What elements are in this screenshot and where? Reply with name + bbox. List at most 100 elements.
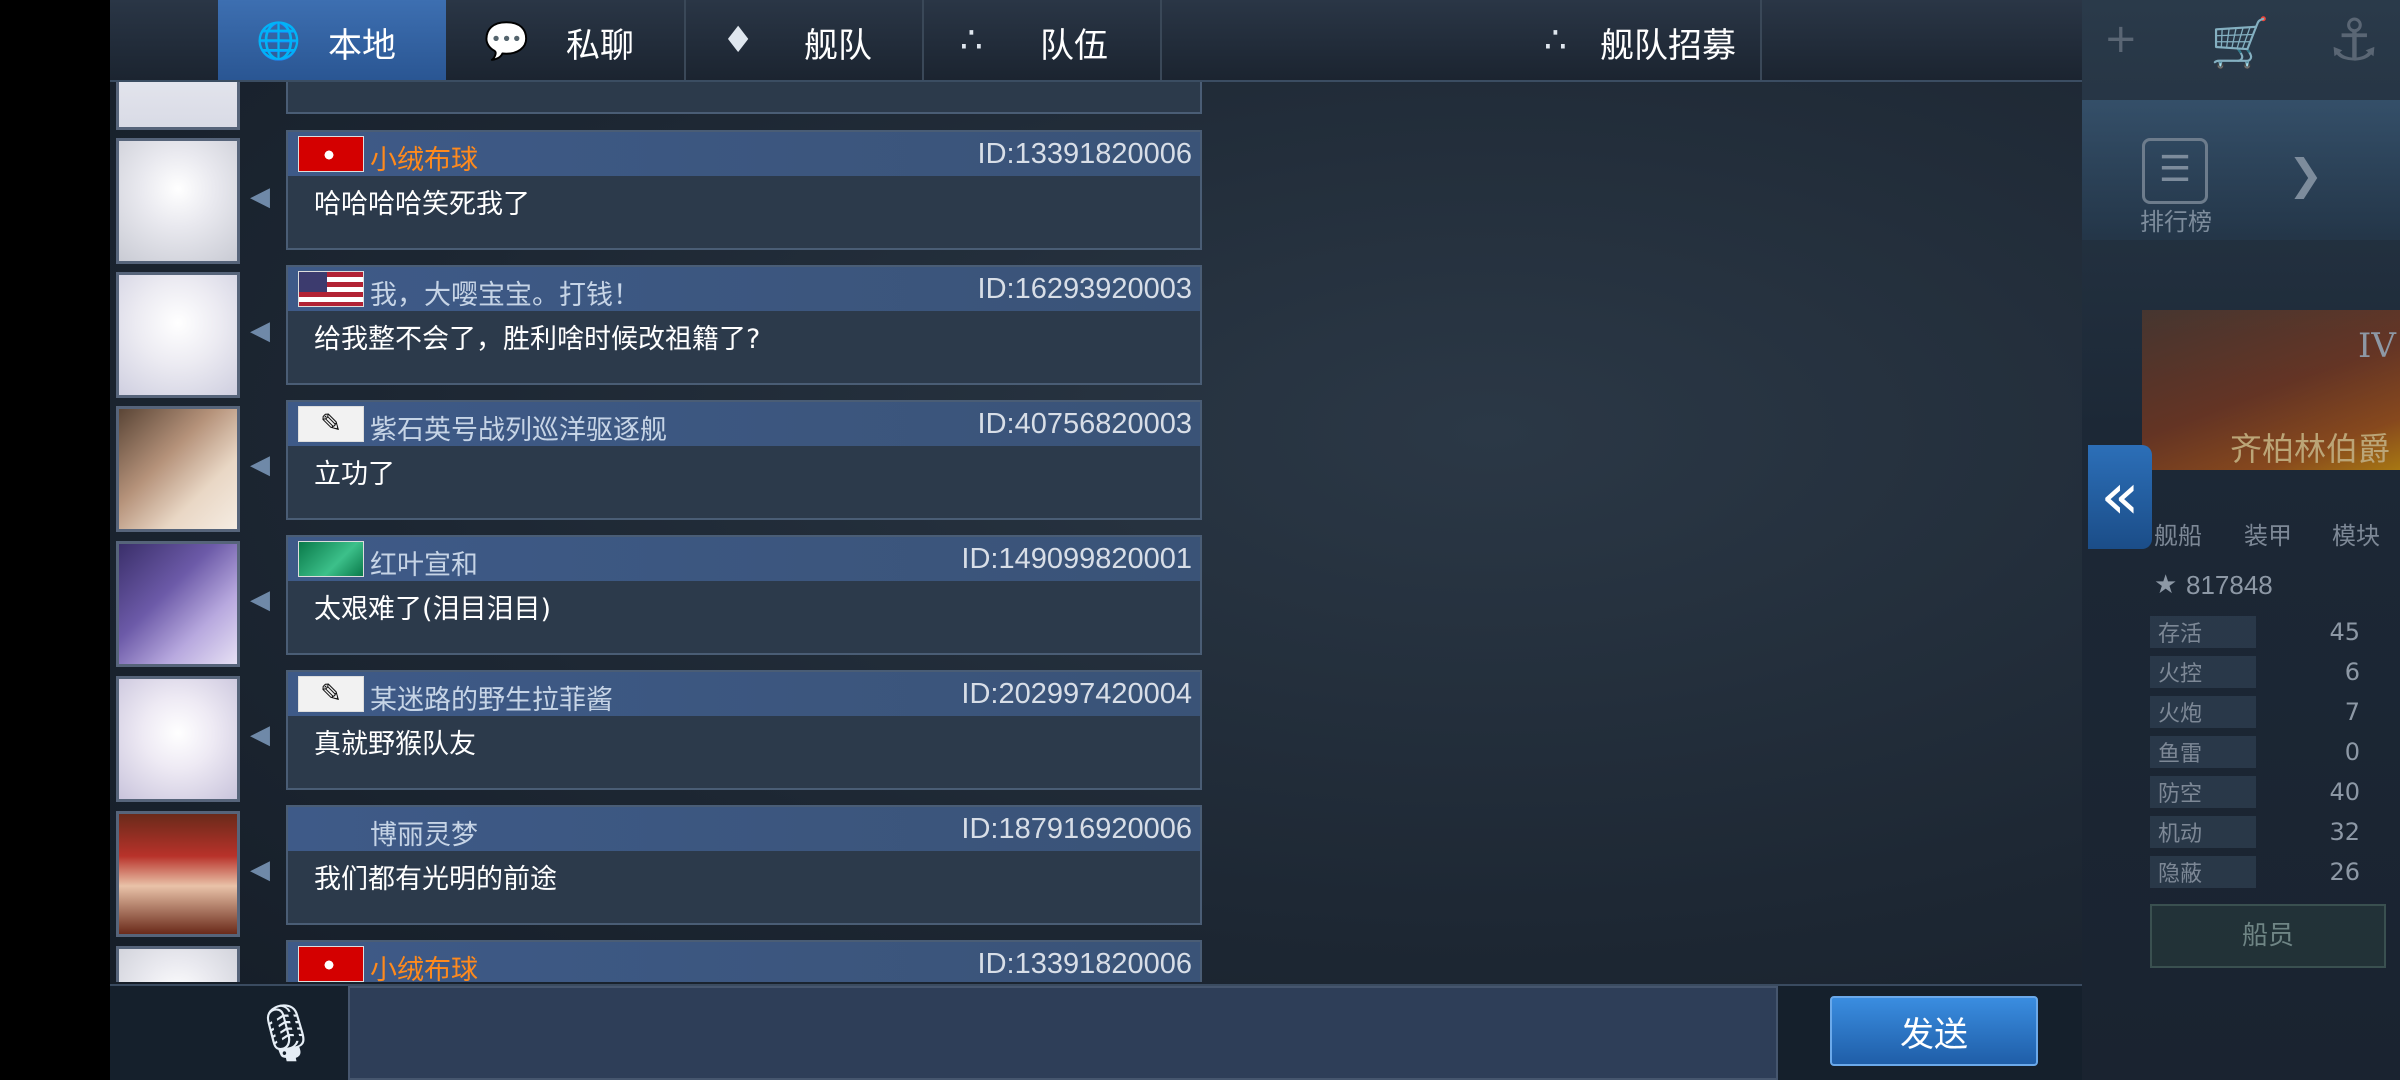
team-dots-icon: ∴ <box>960 20 983 61</box>
usa-flag-icon <box>298 271 364 307</box>
message-header: 红叶宣和 ID:149099820001 <box>288 537 1200 581</box>
message-item: 红叶宣和 ID:149099820001 太艰难了(泪目泪目) <box>286 535 1202 655</box>
tab-label: 队伍 <box>1040 26 1108 66</box>
message-header: 小绒布球 ID:13391820006 <box>288 942 1200 982</box>
stat-row: 火控 6 <box>2150 656 2360 688</box>
message-header: 博丽灵梦 ID:187916920006 <box>288 807 1200 851</box>
message-text: 我们都有光明的前途 <box>314 864 557 895</box>
stat-row: 隐蔽 26 <box>2150 856 2360 888</box>
plus-icon[interactable]: + <box>2104 16 2138 62</box>
sender-name[interactable]: 小绒布球 <box>370 948 478 982</box>
stat-row: 防空 40 <box>2150 776 2360 808</box>
avatar-image <box>119 949 237 982</box>
tab-team[interactable]: ∴ 队伍 <box>922 0 1162 80</box>
top-right-toolbar: + 🛒 ⚓ <box>2100 0 2400 90</box>
avatar[interactable] <box>116 406 240 532</box>
fleet-emblem-icon: ♦ <box>722 20 755 61</box>
triangle-left-icon: ◀ <box>250 855 270 885</box>
message-text: 立功了 <box>314 459 395 490</box>
stat-label: 隐蔽 <box>2150 856 2256 888</box>
avatar-image <box>119 814 237 934</box>
message-header: 我，大嘤宝宝。打钱！ ID:16293920003 <box>288 267 1200 311</box>
team-dots-icon: ∴ <box>1544 20 1567 61</box>
input-bar: 🎙 发送 <box>110 984 2082 1080</box>
stat-value: 0 <box>2344 738 2360 766</box>
sender-name[interactable]: 博丽灵梦 <box>370 813 478 852</box>
cart-icon[interactable]: 🛒 <box>2210 14 2270 71</box>
rank-icon[interactable]: ☰ <box>2142 138 2208 204</box>
sender-name[interactable]: 红叶宣和 <box>370 543 478 582</box>
globe-icon: 🌐 <box>256 21 301 62</box>
anchor-icon[interactable]: ⚓ <box>2328 6 2380 74</box>
star-icon: ★ <box>2154 570 2178 600</box>
triangle-left-icon: ◀ <box>250 316 270 346</box>
tab-fleet[interactable]: ♦ 舰队 <box>684 0 924 80</box>
stat-label: 存活 <box>2150 616 2256 648</box>
collapse-chat-button[interactable]: « <box>2088 445 2152 549</box>
stat-row: 鱼雷 0 <box>2150 736 2360 768</box>
message-list[interactable]: ◀ 小绒布球 ID:13391820006 哈哈哈哈笑死我了 ◀ 我，大嘤宝宝。… <box>110 82 2082 982</box>
tab-label: 舰队招募 <box>1600 26 1736 66</box>
tab-module[interactable]: 模块 <box>2332 516 2380 551</box>
avatar[interactable] <box>116 946 240 982</box>
message-item: 博丽灵梦 ID:187916920006 我们都有光明的前途 <box>286 805 1202 925</box>
swiss-flag-icon <box>298 946 364 982</box>
chat-input[interactable] <box>348 986 1778 1080</box>
stat-value: 40 <box>2329 778 2360 806</box>
stat-value: 45 <box>2329 618 2360 646</box>
stat-label: 机动 <box>2150 816 2256 848</box>
triangle-left-icon: ◀ <box>250 720 270 750</box>
calligraphy-flag-icon: ✎ <box>298 406 364 442</box>
stat-row: 机动 32 <box>2150 816 2360 848</box>
sender-id: ID:202997420004 <box>961 678 1192 710</box>
tab-label: 舰队 <box>804 26 872 66</box>
tier-label: IV <box>2358 326 2396 366</box>
stat-row: 存活 45 <box>2150 616 2360 648</box>
ship-name: 齐柏林伯爵 <box>2230 430 2391 468</box>
message-text: 真就野猴队友 <box>314 729 476 760</box>
avatar[interactable] <box>116 138 240 264</box>
stat-value: 32 <box>2329 818 2360 846</box>
send-button[interactable]: 发送 <box>1830 996 2038 1066</box>
crew-button[interactable]: 船员 <box>2150 904 2386 968</box>
avatar-image <box>119 679 237 799</box>
tab-armor[interactable]: 装甲 <box>2244 516 2292 551</box>
tab-local[interactable]: 🌐 本地 <box>218 0 446 80</box>
chevron-right-icon[interactable]: ❯ <box>2288 150 2323 199</box>
sender-name[interactable]: 某迷路的野生拉菲酱 <box>370 678 613 717</box>
tab-bar: 🌐 本地 💬 私聊 ♦ 舰队 ∴ 队伍 ∴ 舰队招募 <box>110 0 2082 82</box>
message-item <box>286 82 1202 114</box>
sender-id: ID:13391820006 <box>977 138 1192 170</box>
chat-window: 🌐 本地 💬 私聊 ♦ 舰队 ∴ 队伍 ∴ 舰队招募 ◀ 小绒布球 ID:133… <box>110 0 2082 1080</box>
sender-id: ID:13391820006 <box>977 948 1192 980</box>
avatar[interactable] <box>116 811 240 937</box>
avatar[interactable] <box>116 82 240 130</box>
double-chevron-left-icon: « <box>2100 460 2140 534</box>
avatar-image <box>119 82 237 127</box>
sender-name[interactable]: 紫石英号战列巡洋驱逐舰 <box>370 408 667 447</box>
tab-private-chat[interactable]: 💬 私聊 <box>446 0 686 80</box>
message-item: ✎ 紫石英号战列巡洋驱逐舰 ID:40756820003 立功了 <box>286 400 1202 520</box>
sender-name[interactable]: 我，大嘤宝宝。打钱！ <box>370 273 640 312</box>
avatar[interactable] <box>116 272 240 398</box>
avatar[interactable] <box>116 541 240 667</box>
message-header: ✎ 某迷路的野生拉菲酱 ID:202997420004 <box>288 672 1200 716</box>
sender-id: ID:187916920006 <box>961 813 1192 845</box>
sender-name[interactable]: 小绒布球 <box>370 138 478 177</box>
sender-id: ID:16293920003 <box>977 273 1192 305</box>
speech-bubble-icon: 💬 <box>484 21 529 62</box>
stat-value: 6 <box>2344 658 2360 686</box>
stat-value: 7 <box>2344 698 2360 726</box>
avatar[interactable] <box>116 676 240 802</box>
sender-id: ID:149099820001 <box>961 543 1192 575</box>
message-item: ✎ 某迷路的野生拉菲酱 ID:202997420004 真就野猴队友 <box>286 670 1202 790</box>
message-item: 小绒布球 ID:13391820006 <box>286 940 1202 982</box>
stat-label: 鱼雷 <box>2150 736 2256 768</box>
rank-label[interactable]: 排行榜 <box>2140 202 2212 237</box>
message-header: ✎ 紫石英号战列巡洋驱逐舰 ID:40756820003 <box>288 402 1200 446</box>
tab-fleet-recruit[interactable]: ∴ 舰队招募 <box>1160 0 1762 80</box>
tab-ship[interactable]: 舰船 <box>2154 516 2202 551</box>
microphone-icon[interactable]: 🎙 <box>250 1000 321 1066</box>
stat-label: 火炮 <box>2150 696 2256 728</box>
message-text: 给我整不会了，胜利啥时候改祖籍了? <box>314 324 761 355</box>
